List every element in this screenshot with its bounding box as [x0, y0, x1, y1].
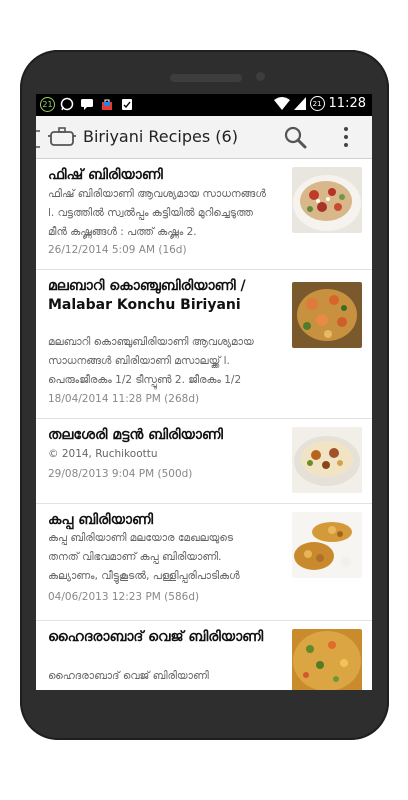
- recipe-description: കപ്പ ബിരിയാണി മലയോര മേഖലയുടെ തനത് വിഭവമാ…: [48, 529, 293, 586]
- recipe-date: 18/04/2014 11:28 PM (268d): [48, 393, 200, 405]
- back-icon[interactable]: [36, 130, 40, 148]
- list-item-kappa-biriyani[interactable]: കപ്പ ബിരിയാണി കപ്പ ബിരിയാണി മലയോര മേഖലയു…: [36, 504, 372, 621]
- phone-speaker: [170, 74, 242, 82]
- battery-level: 21: [312, 99, 322, 108]
- bag-icon: [99, 96, 115, 112]
- recipe-desc-line: സാധനങ്ങൾ ബിരിയാണി മസാലയ്ക്ക് l.: [48, 355, 230, 367]
- clipboard-check-icon: [119, 96, 135, 112]
- app-bar: Biriyani Recipes (6): [36, 116, 372, 159]
- notification-badge-icon: 21: [40, 96, 55, 112]
- recipe-desc-line: മീൻ കഷ്ണങ്ങൾ : പത്ത് കഷ്ണം 2.: [48, 226, 197, 238]
- recipe-title: തലശേരി മട്ടൻ ബിരിയാണി: [48, 427, 223, 443]
- recipe-title: ഫിഷ് ബിരിയാണി: [48, 167, 163, 183]
- phone-sensor: [256, 72, 265, 81]
- recipe-thumbnail: [292, 282, 362, 348]
- list-item-thalassery-mutton-biriyani[interactable]: തലശേരി മട്ടൻ ബിരിയാണി © 2014, Ruchikoott…: [36, 419, 372, 504]
- recipe-list: ഫിഷ് ബിരിയാണി ഫിഷ് ബിരിയാണി ആവശ്യമായ സാധ…: [36, 159, 372, 690]
- list-item-malabar-konchu-biriyani[interactable]: മലബാറി കൊഞ്ചുബിരിയാണി / Malabar Konchu B…: [36, 270, 372, 419]
- recipe-date: 26/12/2014 5:09 AM (16d): [48, 244, 187, 256]
- list-item-fish-biriyani[interactable]: ഫിഷ് ബിരിയാണി ഫിഷ് ബിരിയാണി ആവശ്യമായ സാധ…: [36, 159, 372, 270]
- recipe-date: 29/08/2013 9:04 PM (500d): [48, 468, 193, 480]
- status-bar: 21 21 11:28: [36, 94, 372, 116]
- recipe-desc-line: മലബാറി കൊഞ്ചുബിരിയാണി ആവശ്യമായ: [48, 336, 254, 348]
- cooking-pot-icon[interactable]: [48, 126, 76, 148]
- recipe-title: മലബാറി കൊഞ്ചുബിരിയാണി / Malabar Konchu B…: [48, 278, 246, 313]
- battery-icon: 21: [309, 96, 325, 111]
- page-title: Biriyani Recipes (6): [83, 127, 238, 146]
- recipe-description: ഹൈദരാബാദ് വെജ് ബിരിയാണി: [48, 667, 293, 686]
- phone-screen: 21 21 11:28 Biriyani Recipes (6) ഫിഷ് ബി…: [36, 94, 372, 690]
- signal-icon: [293, 97, 306, 110]
- recipe-title: ഹൈദരാബാദ് വെജ് ബിരിയാണി: [48, 629, 264, 645]
- recipe-title: കപ്പ ബിരിയാണി: [48, 512, 154, 528]
- recipe-desc-line: തനത് വിഭവമാണ് കപ്പ ബിരിയാണി.: [48, 551, 222, 563]
- recipe-description: മലബാറി കൊഞ്ചുബിരിയാണി ആവശ്യമായ സാധനങ്ങൾ …: [48, 333, 293, 390]
- recipe-thumbnail: [292, 629, 362, 690]
- recipe-desc-line: കല്യാണം, വീട്ടുകൂടൽ, പള്ളിപ്പരിപാടികൾ: [48, 570, 240, 582]
- clock-time: 11:28: [328, 96, 366, 111]
- recipe-description: ഫിഷ് ബിരിയാണി ആവശ്യമായ സാധനങ്ങൾ l. വട്ടത…: [48, 185, 293, 242]
- recipe-desc-line: l. വട്ടത്തിൽ സ്വൽപ്പം കട്ടിയിൽ മുറിച്ചെട…: [48, 207, 253, 219]
- recipe-date: 04/06/2013 12:23 PM (586d): [48, 591, 200, 603]
- recipe-thumbnail: [292, 167, 362, 233]
- recipe-desc-line: ഫിഷ് ബിരിയാണി ആവശ്യമായ സാധനങ്ങൾ: [48, 188, 266, 200]
- recipe-desc-line: കപ്പ ബിരിയാണി മലയോര മേഖലയുടെ: [48, 532, 234, 544]
- wifi-icon: [273, 97, 290, 110]
- recipe-thumbnail: [292, 512, 362, 578]
- recipe-desc-line: പെരുംജീരകം 1/2 ടീസ്പൂൺ 2. ജീരകം 1/2: [48, 374, 242, 386]
- recipe-description: © 2014, Ruchikoottu: [48, 445, 293, 464]
- more-vert-icon[interactable]: [336, 124, 356, 150]
- recipe-thumbnail: [292, 427, 362, 493]
- search-icon[interactable]: [282, 124, 308, 150]
- notification-badge-count: 21: [42, 99, 53, 109]
- list-item-hyderabad-veg-biriyani[interactable]: ഹൈദരാബാദ് വെജ് ബിരിയാണി ഹൈദരാബാദ് വെജ് ബ…: [36, 621, 372, 690]
- whatsapp-icon: [59, 96, 75, 112]
- message-icon: [79, 96, 95, 112]
- recipe-desc-line: ഹൈദരാബാദ് വെജ് ബിരിയാണി: [48, 670, 209, 682]
- recipe-desc-line: © 2014, Ruchikoottu: [48, 448, 158, 460]
